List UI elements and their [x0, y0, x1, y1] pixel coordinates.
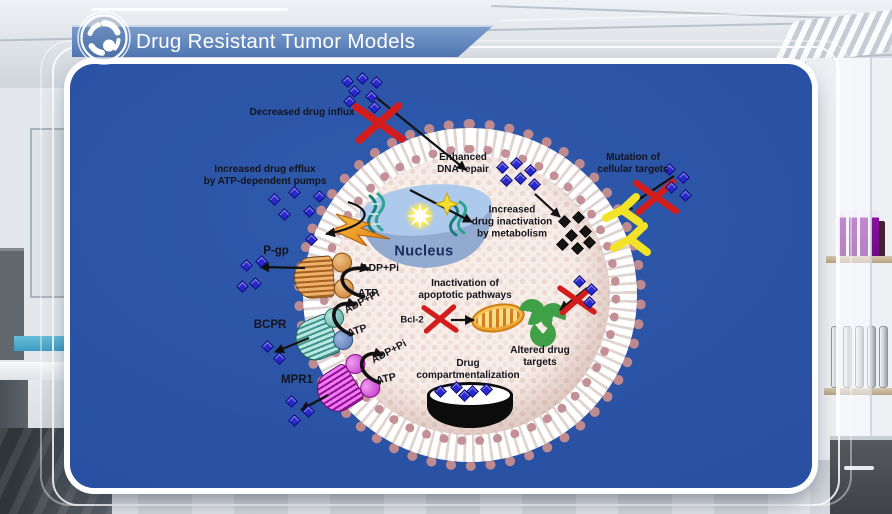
pump-knob	[333, 278, 354, 299]
label-pgp: P-gp	[263, 245, 289, 259]
slide: Drug Resistant Tumor Models	[0, 0, 892, 514]
label-mpr1: MPR1	[281, 374, 313, 388]
label-decreased-influx: Decreased drug influx	[249, 107, 354, 119]
label-bcl2: Bcl-2	[400, 314, 423, 325]
pump-knob	[331, 252, 352, 273]
drug-molecule-icon	[278, 208, 291, 221]
label-apoptotic-pathways: Inactivation of apoptotic pathways	[418, 278, 511, 302]
title-banner: Drug Resistant Tumor Models	[72, 25, 494, 57]
label-compartmentalization: Drug compartmentalization	[416, 358, 519, 382]
drug-molecule-icon	[261, 340, 274, 353]
test-tube	[879, 326, 888, 388]
drug-molecule-icon	[240, 259, 253, 272]
drug-molecule-icon	[356, 72, 369, 85]
label-pgp-adp: ADP+Pi	[361, 262, 399, 274]
drug-molecule-icon	[249, 277, 262, 290]
drug-molecule-icon	[368, 101, 381, 114]
pump-barrel	[293, 255, 336, 300]
label-nucleus: Nucleus	[394, 243, 453, 260]
drug-molecule-icon	[268, 193, 281, 206]
label-enhanced-dna-repair: Enhanced DNA repair	[437, 152, 489, 176]
test-tube	[871, 210, 879, 258]
target-crescent-icon	[530, 321, 556, 347]
label-bcpr: BCPR	[254, 319, 287, 333]
drug-molecule-icon	[365, 90, 378, 103]
diagram-panel: Decreased drug influx Increased drug eff…	[70, 64, 812, 488]
brand-logo-icon	[76, 10, 132, 66]
drug-molecule-icon	[370, 76, 383, 89]
label-mutation-targets: Mutation of cellular targets	[597, 152, 668, 176]
drug-molecule-icon	[665, 181, 678, 194]
pgp-pump-icon	[292, 252, 351, 302]
drug-molecule-icon	[236, 280, 249, 293]
label-drug-inactivation: Increased drug inactivation by metabolis…	[472, 204, 553, 239]
label-increased-efflux: Increased drug efflux by ATP-dependent p…	[204, 164, 327, 188]
drug-molecule-icon	[677, 171, 690, 184]
page-title: Drug Resistant Tumor Models	[136, 30, 415, 54]
drug-molecule-icon	[679, 189, 692, 202]
drug-molecule-icon	[273, 352, 286, 365]
